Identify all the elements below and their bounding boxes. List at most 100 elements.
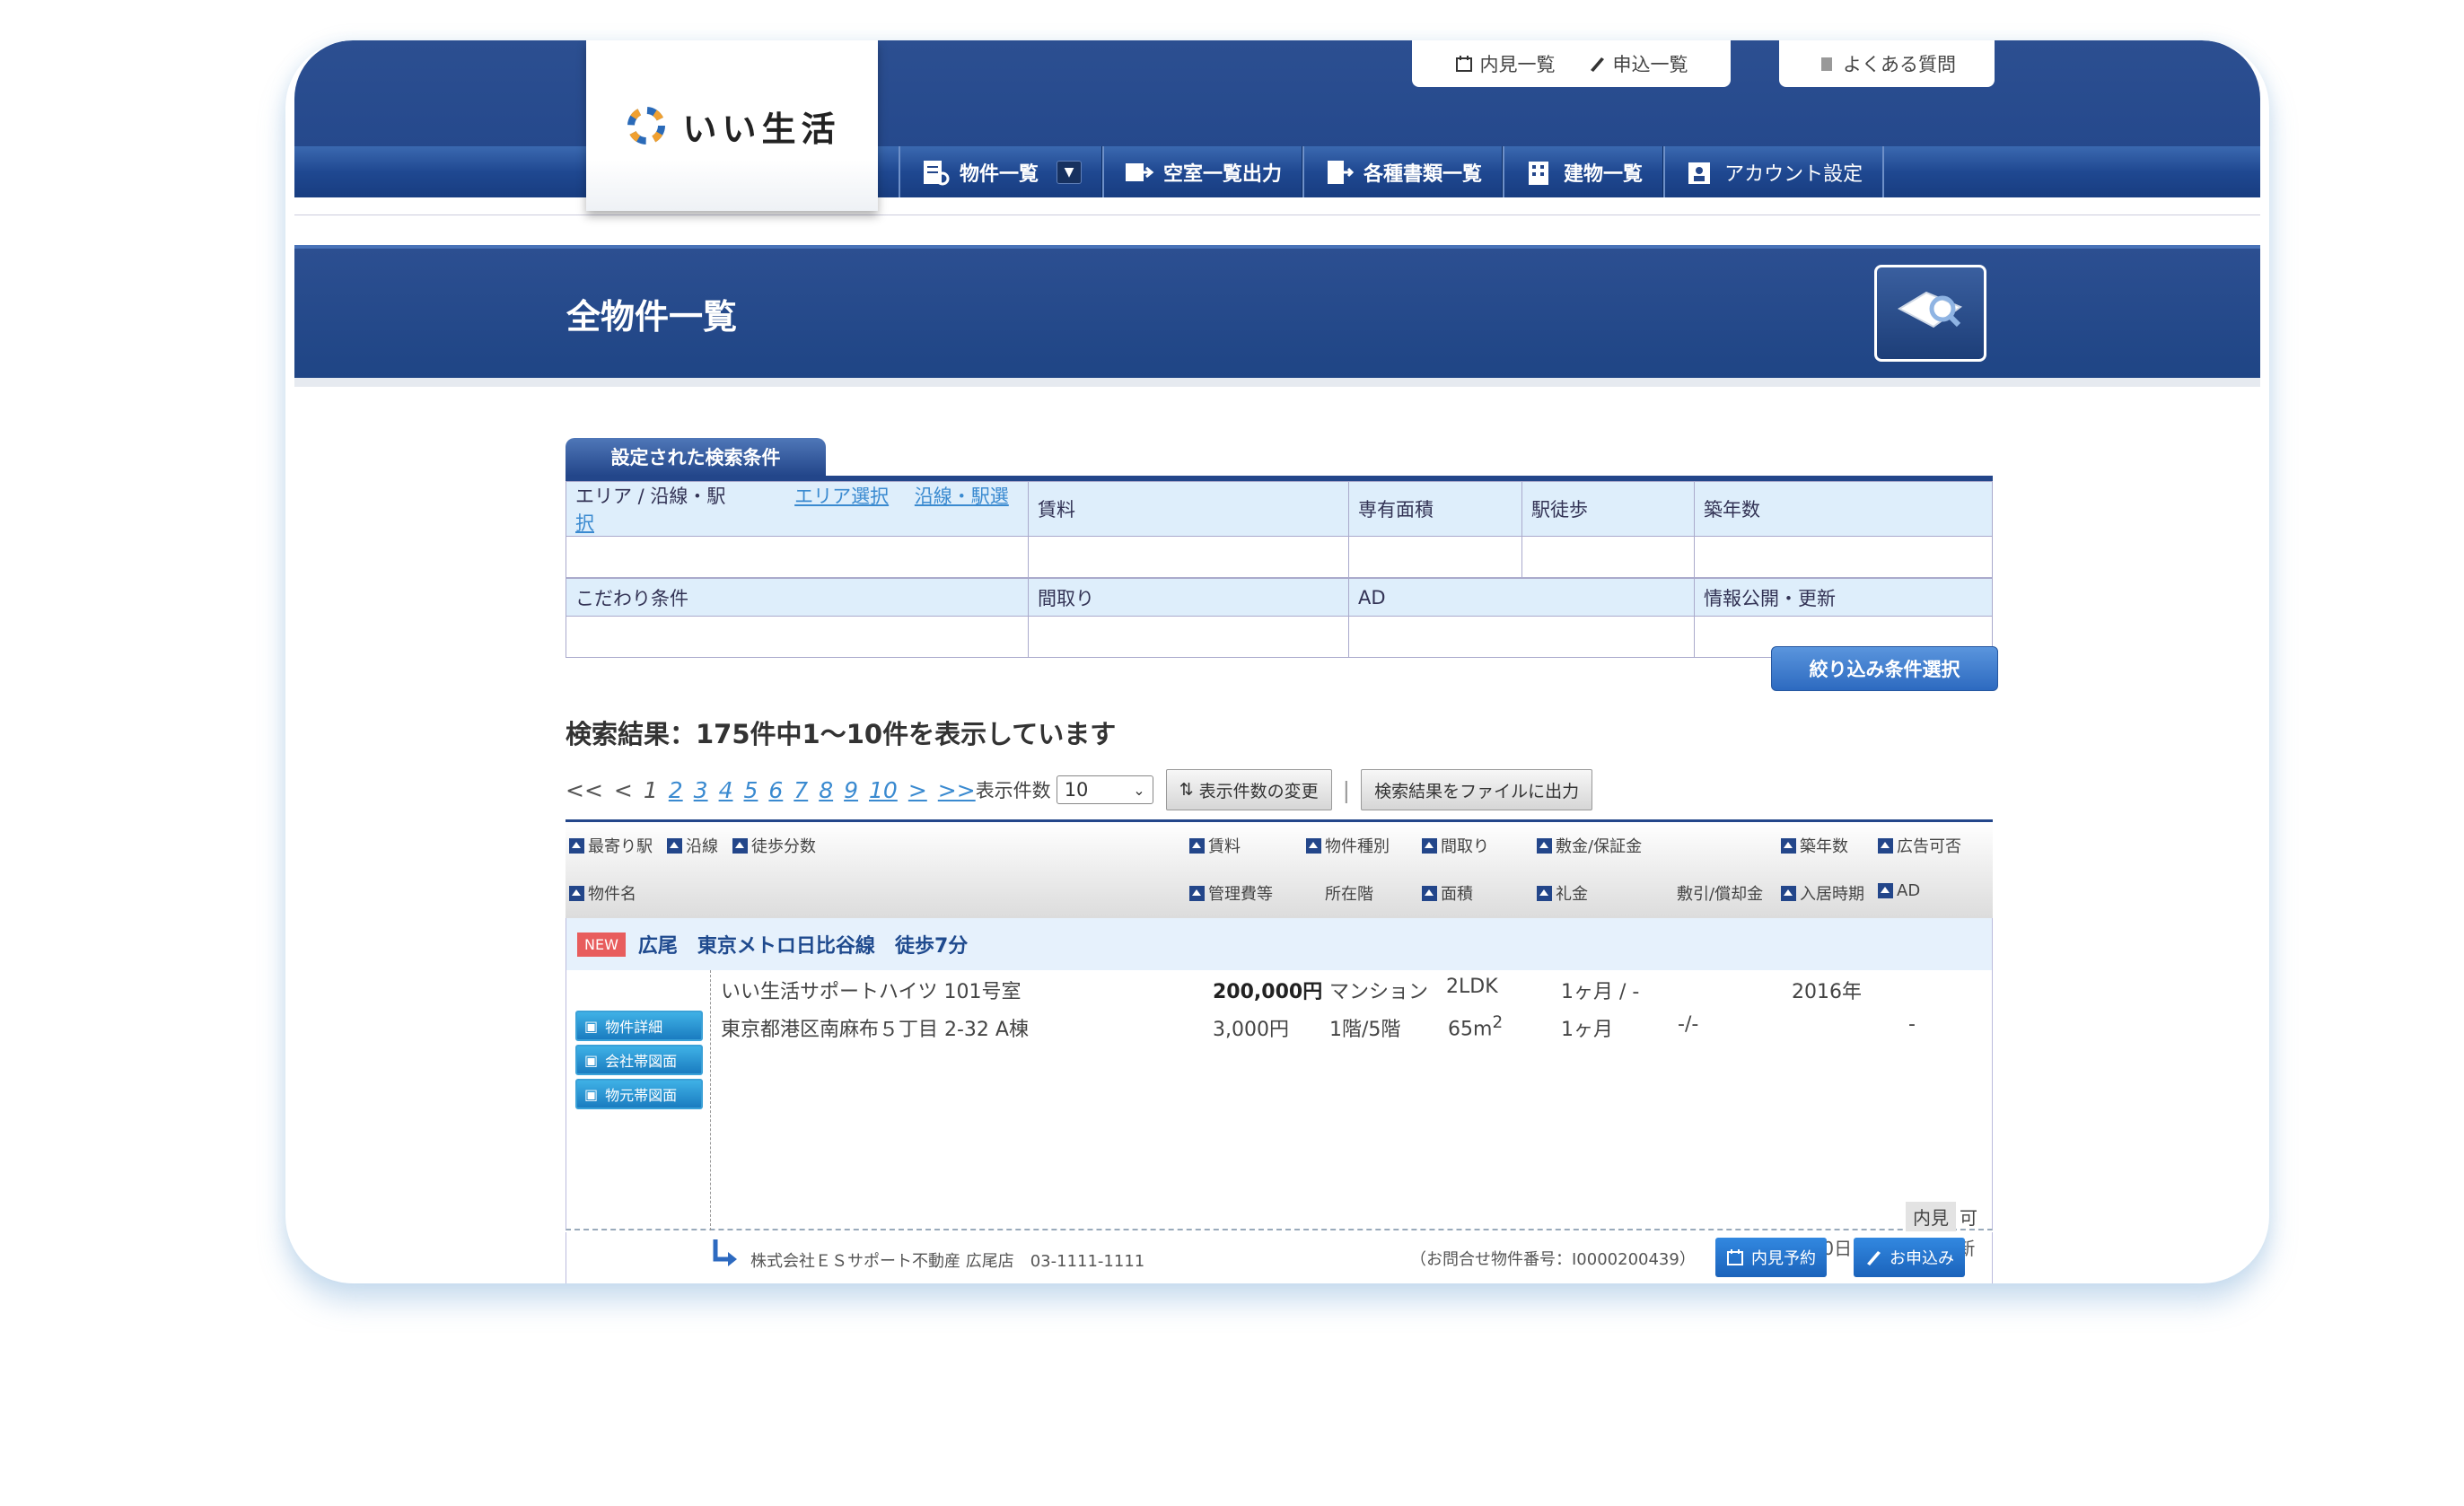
sort-icon [1189, 885, 1205, 901]
area-select-link[interactable]: エリア選択 [794, 486, 889, 507]
sort-line[interactable]: 沿線 [667, 834, 718, 857]
page-link-10[interactable]: 10 [869, 777, 898, 803]
nav-account-settings[interactable]: アカウント設定 [1663, 146, 1885, 197]
calendar-icon [1455, 56, 1472, 72]
sort-ad[interactable]: AD [1878, 881, 1920, 900]
main-nav: 物件一覧 ▼ 空室一覧出力 各種書類一覧 建物一覧 アカウント設定 [899, 146, 1885, 197]
condition-publish-label: 情報公開・更新 [1694, 578, 1993, 617]
sort-nearest-station[interactable]: 最寄り駅 [569, 834, 653, 857]
export-results-button[interactable]: 検索結果をファイルに出力 [1361, 769, 1593, 810]
result-summary: 検索結果：175件中1～10件を表示しています [566, 719, 1117, 749]
listing-floor: 1階/5階 [1329, 1019, 1401, 1041]
condition-walk-label: 駅徒歩 [1521, 481, 1695, 537]
image-icon: ▣ [584, 1051, 599, 1069]
sort-mgmt-fee[interactable]: 管理費等 [1189, 881, 1273, 905]
condition-rent-label: 賃料 [1028, 481, 1349, 537]
property-detail-button[interactable]: ▣ 物件詳細 [575, 1011, 703, 1041]
nav-buildings[interactable]: 建物一覧 [1503, 146, 1664, 197]
listing-station: 広尾 [637, 935, 678, 958]
page-link-5[interactable]: 5 [743, 777, 758, 803]
search-conditions-table: エリア / 沿線・駅 エリア選択 沿線・駅選択 賃料 専有面積 駅徒歩 築年数 … [566, 476, 1993, 658]
account-icon [1688, 162, 1711, 184]
viewing-value: 可 [1960, 1207, 1977, 1229]
next-page-link[interactable]: > [908, 777, 927, 803]
last-page-link[interactable]: >> [938, 777, 976, 803]
sort-icon [1189, 837, 1205, 854]
nav-property-list[interactable]: 物件一覧 ▼ [899, 146, 1103, 197]
listing-ad: - [1908, 1013, 1916, 1036]
sort-layout[interactable]: 間取り [1422, 834, 1489, 857]
viewing-reserve-button[interactable]: 内見予約 [1715, 1238, 1827, 1277]
sort-type[interactable]: 物件種別 [1306, 834, 1390, 857]
page-link-9[interactable]: 9 [844, 777, 858, 803]
listing-walk: 徒歩7分 [894, 935, 969, 958]
chevron-down-icon[interactable]: ▼ [1057, 160, 1083, 184]
first-page-link[interactable]: << [566, 777, 603, 803]
filter-conditions-button[interactable]: 絞り込み条件選択 [1771, 646, 1998, 691]
sort-deposit[interactable]: 敷金/保証金 [1537, 834, 1642, 857]
condition-age-label: 築年数 [1694, 481, 1993, 537]
export-icon [1126, 162, 1154, 181]
sort-rent[interactable]: 賃料 [1189, 834, 1241, 857]
sort-icon [569, 837, 584, 854]
nav-documents[interactable]: 各種書類一覧 [1302, 146, 1504, 197]
sort-icon [1537, 837, 1552, 854]
per-page-select[interactable]: 10 ⌄ [1056, 775, 1153, 804]
page-title: 全物件一覧 [566, 297, 738, 337]
page-link-2[interactable]: 2 [669, 777, 683, 803]
page-link-8[interactable]: 8 [819, 777, 833, 803]
listing-area: 65m2 [1448, 1013, 1504, 1041]
sort-icon [1537, 885, 1552, 901]
search-conditions-tab: 設定された検索条件 [566, 438, 826, 476]
listing-key-money: 1ヶ月 [1561, 1019, 1613, 1041]
sort-icon [1781, 885, 1796, 901]
top-tab-lists: 内見一覧 申込一覧 [1412, 40, 1731, 87]
sort-icon [1878, 883, 1893, 898]
sort-area[interactable]: 面積 [1422, 881, 1473, 905]
condition-layout-label: 間取り [1028, 578, 1349, 617]
page-title-bar: 全物件一覧 [294, 245, 2260, 387]
brand-name: いい生活 [682, 109, 841, 149]
condition-floor-area-label: 専有面積 [1348, 481, 1522, 537]
prev-page-link[interactable]: < [614, 777, 633, 803]
new-badge: NEW [577, 932, 626, 957]
sort-icon [569, 885, 584, 901]
listing-header: NEW 広尾 東京メトロ日比谷線 徒歩7分 [566, 918, 1993, 970]
faq-link[interactable]: よくある質問 [1818, 50, 1956, 77]
sort-ad-ok[interactable]: 広告可否 [1878, 834, 1961, 857]
listing-layout: 2LDK [1446, 976, 1498, 998]
sort-move-in[interactable]: 入居時期 [1781, 881, 1864, 905]
nav-vacancy-export[interactable]: 空室一覧出力 [1102, 146, 1303, 197]
sort-icon [732, 837, 748, 854]
sort-name[interactable]: 物件名 [569, 881, 636, 905]
swap-icon: ⇅ [1179, 780, 1194, 800]
sort-key-money[interactable]: 礼金 [1537, 881, 1588, 905]
sort-icon [1422, 885, 1437, 901]
page-link-3[interactable]: 3 [694, 777, 708, 803]
sort-walk-minutes[interactable]: 徒歩分数 [732, 834, 816, 857]
results-grid-header: 最寄り駅 沿線 徒歩分数 賃料 物件種別 間取り 敷金/保証金 築年数 広告可否… [566, 819, 1993, 918]
page-link-1: 1 [643, 776, 658, 803]
change-per-page-button[interactable]: ⇅ 表示件数の変更 [1165, 769, 1332, 810]
listing-address: 東京都港区南麻布５丁目 2-32 A棟 [721, 1019, 1029, 1041]
listing-name[interactable]: いい生活サポートハイツ 101号室 [721, 976, 1022, 1004]
application-list-link[interactable]: 申込一覧 [1588, 50, 1688, 77]
owner-floorplan-button[interactable]: ▣ 物元帯図面 [575, 1079, 703, 1109]
building-icon [1529, 161, 1549, 185]
brand-logo[interactable]: いい生活 [586, 40, 878, 211]
sort-icon [1781, 837, 1796, 854]
apply-button[interactable]: お申込み [1854, 1238, 1965, 1277]
page-link-4[interactable]: 4 [719, 777, 733, 803]
sort-age[interactable]: 築年数 [1781, 834, 1848, 857]
page-link-6[interactable]: 6 [768, 777, 783, 803]
floor-header: 所在階 [1325, 885, 1373, 904]
property-list-icon [924, 160, 950, 185]
browser-frame: 内見一覧 申込一覧 よくある質問 いい生活 物件一覧 ▼ 空室一覧出力 各種書類… [285, 40, 2269, 1283]
listing-footer: 株式会社ＥＳサポート不動産 広尾店 03-1111-1111 （お問合せ物件番号… [566, 1232, 1993, 1283]
page-link-7[interactable]: 7 [794, 777, 808, 803]
company-floorplan-button[interactable]: ▣ 会社帯図面 [575, 1045, 703, 1075]
listing-deposit: 1ヶ月 / - [1561, 981, 1640, 1003]
viewing-list-link[interactable]: 内見一覧 [1455, 50, 1556, 77]
listing-line: 東京メトロ日比谷線 [697, 935, 875, 958]
condition-area-label: エリア / 沿線・駅 [575, 486, 726, 507]
